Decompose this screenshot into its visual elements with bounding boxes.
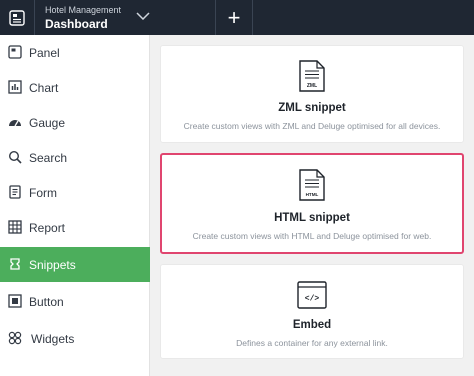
sidebar-item-gauge[interactable]: Gauge [0, 105, 150, 140]
html-snippet-card[interactable]: HTML HTML snippet Create custom views wi… [160, 153, 464, 254]
chevron-down-icon[interactable] [133, 8, 153, 24]
embed-code-icon: </> [297, 281, 327, 309]
sidebar-item-button[interactable]: Button [0, 284, 150, 319]
sidebar-item-label: Report [29, 220, 66, 235]
report-icon [8, 220, 22, 234]
sidebar-item-search[interactable]: Search [0, 140, 150, 175]
card-description: Defines a container for any external lin… [236, 338, 388, 348]
sidebar-item-panel[interactable]: Panel [0, 35, 150, 70]
page-title: Dashboard [45, 17, 108, 31]
widgets-icon [8, 331, 22, 345]
form-icon [9, 185, 21, 199]
sidebar-item-label: Form [29, 185, 57, 200]
sidebar: Panel Chart Gauge Search Form Report Sni… [0, 35, 150, 376]
gauge-icon [9, 120, 21, 127]
card-title: HTML snippet [274, 212, 350, 224]
sidebar-item-label: Panel [29, 45, 60, 60]
add-page-button[interactable]: + [215, 0, 253, 35]
top-bar: Hotel Management Dashboard + [0, 0, 474, 35]
sidebar-item-label: Chart [29, 80, 59, 95]
zml-snippet-card[interactable]: ZML ZML snippet Create custom views with… [160, 45, 464, 143]
sidebar-item-label: Search [29, 150, 68, 165]
html-file-icon: HTML [299, 169, 325, 201]
panel-icon [8, 45, 22, 59]
zml-file-icon: ZML [299, 60, 325, 92]
html-file-label: HTML [306, 192, 319, 197]
snippets-icon [10, 258, 20, 270]
embed-card[interactable]: </> Embed Defines a container for any ex… [160, 264, 464, 359]
button-icon [8, 294, 22, 308]
sidebar-item-label: Widgets [31, 331, 75, 346]
app-menu-icon[interactable] [0, 0, 35, 35]
plus-icon: + [227, 4, 241, 30]
sidebar-item-report[interactable]: Report [0, 210, 150, 245]
card-description: Create custom views with ZML and Deluge … [183, 121, 441, 131]
embed-code-label: </> [305, 295, 320, 304]
sidebar-item-widgets[interactable]: Widgets [0, 321, 150, 356]
card-title: Embed [292, 319, 332, 331]
sidebar-item-chart[interactable]: Chart [0, 70, 150, 105]
card-title: ZML snippet [278, 102, 346, 114]
sidebar-item-snippets[interactable]: Snippets [0, 247, 150, 282]
sidebar-item-label: Button [29, 294, 64, 309]
sidebar-item-label: Gauge [29, 115, 66, 130]
card-description: Create custom views with HTML and Deluge… [192, 231, 432, 241]
search-icon [8, 150, 22, 164]
sidebar-item-label: Snippets [29, 257, 76, 272]
chart-icon [8, 80, 22, 94]
sidebar-item-form[interactable]: Form [0, 175, 150, 210]
zml-file-label: ZML [307, 83, 317, 89]
app-name: Hotel Management [45, 5, 122, 15]
